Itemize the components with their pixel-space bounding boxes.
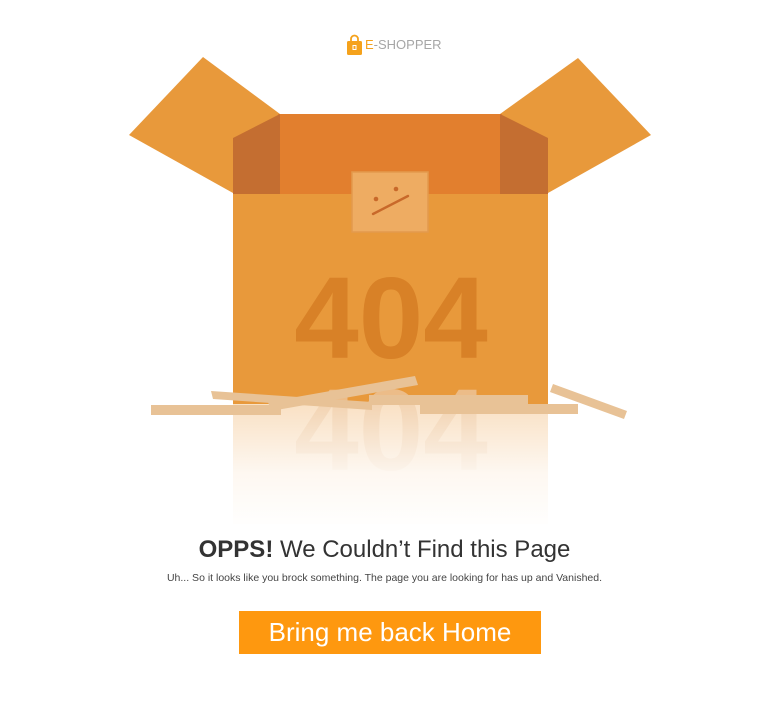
box-404-text: 404 (294, 253, 488, 383)
error-headline: OPPS! We Couldn’t Find this Page (0, 534, 769, 566)
reflection-fade (225, 404, 555, 530)
board-right-flat (420, 404, 578, 414)
illustration-404-box: 404 404 (129, 57, 651, 530)
box-label-sticker (351, 171, 429, 233)
headline-rest: We Couldn’t Find this Page (273, 536, 571, 563)
back-home-button[interactable]: Bring me back Home (239, 611, 541, 654)
board-center-flat (369, 395, 528, 405)
board-floor (151, 405, 281, 415)
headline-strong: OPPS! (198, 536, 274, 563)
error-subtext: Uh... So it looks like you brock somethi… (166, 572, 603, 584)
